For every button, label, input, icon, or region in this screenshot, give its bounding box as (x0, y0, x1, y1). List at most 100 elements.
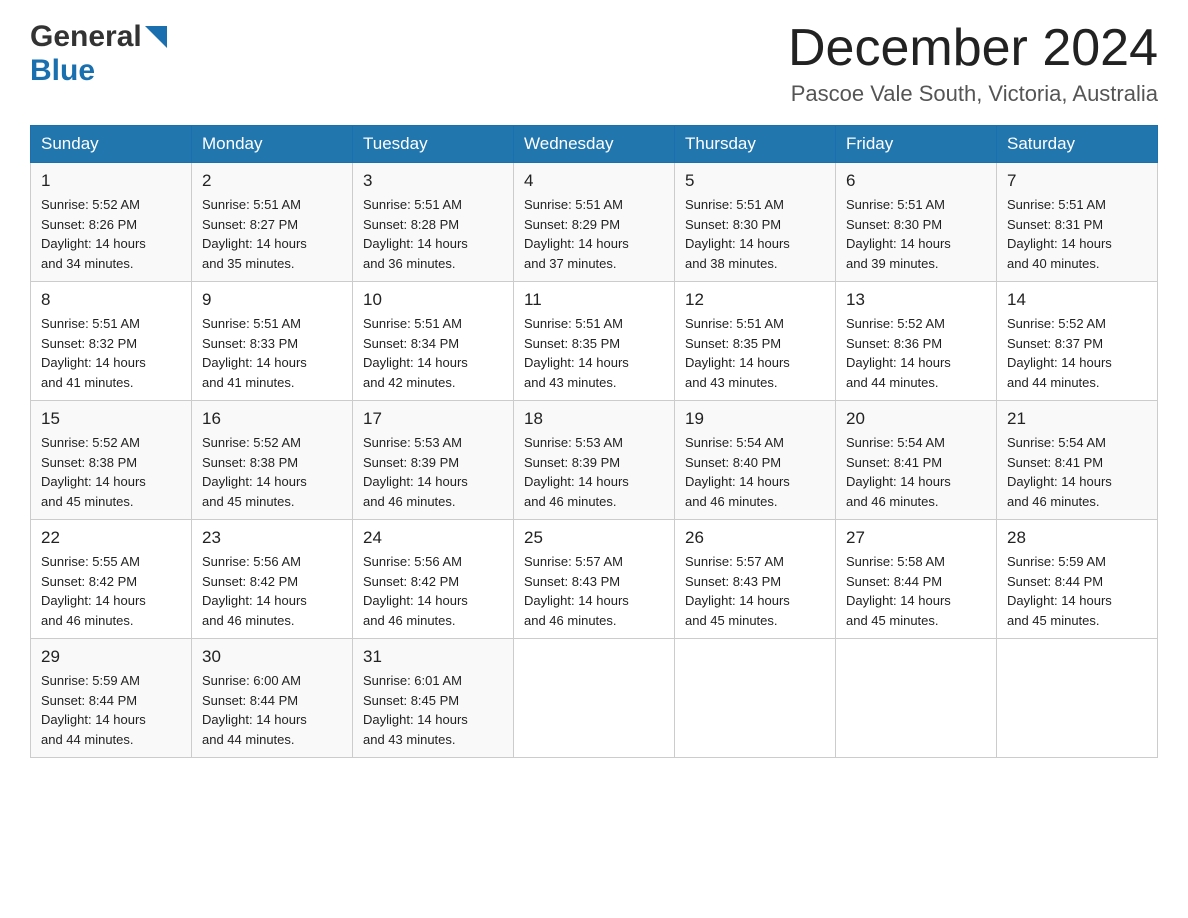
calendar-week-1: 1 Sunrise: 5:52 AMSunset: 8:26 PMDayligh… (31, 163, 1158, 282)
calendar-cell: 19 Sunrise: 5:54 AMSunset: 8:40 PMDaylig… (675, 401, 836, 520)
day-info: Sunrise: 5:51 AMSunset: 8:35 PMDaylight:… (524, 314, 664, 392)
day-number: 9 (202, 290, 342, 310)
calendar-cell: 31 Sunrise: 6:01 AMSunset: 8:45 PMDaylig… (353, 639, 514, 758)
calendar-cell: 2 Sunrise: 5:51 AMSunset: 8:27 PMDayligh… (192, 163, 353, 282)
day-number: 30 (202, 647, 342, 667)
day-number: 11 (524, 290, 664, 310)
logo-triangle-icon (145, 26, 167, 48)
calendar-cell: 23 Sunrise: 5:56 AMSunset: 8:42 PMDaylig… (192, 520, 353, 639)
logo: General Blue (30, 20, 167, 88)
weekday-header-saturday: Saturday (997, 126, 1158, 163)
day-number: 20 (846, 409, 986, 429)
calendar-cell: 20 Sunrise: 5:54 AMSunset: 8:41 PMDaylig… (836, 401, 997, 520)
day-number: 12 (685, 290, 825, 310)
calendar-cell: 10 Sunrise: 5:51 AMSunset: 8:34 PMDaylig… (353, 282, 514, 401)
day-info: Sunrise: 5:51 AMSunset: 8:34 PMDaylight:… (363, 314, 503, 392)
day-info: Sunrise: 5:53 AMSunset: 8:39 PMDaylight:… (524, 433, 664, 511)
day-number: 6 (846, 171, 986, 191)
calendar-cell (836, 639, 997, 758)
day-number: 21 (1007, 409, 1147, 429)
month-title: December 2024 (788, 20, 1158, 77)
day-info: Sunrise: 5:51 AMSunset: 8:31 PMDaylight:… (1007, 195, 1147, 273)
day-info: Sunrise: 5:51 AMSunset: 8:30 PMDaylight:… (846, 195, 986, 273)
calendar-cell: 7 Sunrise: 5:51 AMSunset: 8:31 PMDayligh… (997, 163, 1158, 282)
day-info: Sunrise: 5:56 AMSunset: 8:42 PMDaylight:… (202, 552, 342, 630)
day-info: Sunrise: 5:51 AMSunset: 8:29 PMDaylight:… (524, 195, 664, 273)
day-number: 17 (363, 409, 503, 429)
day-info: Sunrise: 5:52 AMSunset: 8:26 PMDaylight:… (41, 195, 181, 273)
day-number: 3 (363, 171, 503, 191)
location-subtitle: Pascoe Vale South, Victoria, Australia (788, 81, 1158, 107)
calendar-cell: 14 Sunrise: 5:52 AMSunset: 8:37 PMDaylig… (997, 282, 1158, 401)
day-number: 8 (41, 290, 181, 310)
calendar-cell: 22 Sunrise: 5:55 AMSunset: 8:42 PMDaylig… (31, 520, 192, 639)
day-number: 4 (524, 171, 664, 191)
day-info: Sunrise: 5:51 AMSunset: 8:33 PMDaylight:… (202, 314, 342, 392)
day-info: Sunrise: 5:55 AMSunset: 8:42 PMDaylight:… (41, 552, 181, 630)
calendar-cell: 26 Sunrise: 5:57 AMSunset: 8:43 PMDaylig… (675, 520, 836, 639)
calendar-week-4: 22 Sunrise: 5:55 AMSunset: 8:42 PMDaylig… (31, 520, 1158, 639)
day-info: Sunrise: 5:54 AMSunset: 8:41 PMDaylight:… (1007, 433, 1147, 511)
calendar-cell: 12 Sunrise: 5:51 AMSunset: 8:35 PMDaylig… (675, 282, 836, 401)
day-info: Sunrise: 5:52 AMSunset: 8:38 PMDaylight:… (202, 433, 342, 511)
day-info: Sunrise: 6:01 AMSunset: 8:45 PMDaylight:… (363, 671, 503, 749)
calendar-cell: 8 Sunrise: 5:51 AMSunset: 8:32 PMDayligh… (31, 282, 192, 401)
calendar-cell: 30 Sunrise: 6:00 AMSunset: 8:44 PMDaylig… (192, 639, 353, 758)
day-info: Sunrise: 5:51 AMSunset: 8:35 PMDaylight:… (685, 314, 825, 392)
calendar-cell: 11 Sunrise: 5:51 AMSunset: 8:35 PMDaylig… (514, 282, 675, 401)
day-info: Sunrise: 5:57 AMSunset: 8:43 PMDaylight:… (685, 552, 825, 630)
calendar-cell (997, 639, 1158, 758)
weekday-header-monday: Monday (192, 126, 353, 163)
day-info: Sunrise: 5:51 AMSunset: 8:27 PMDaylight:… (202, 195, 342, 273)
day-number: 28 (1007, 528, 1147, 548)
day-number: 7 (1007, 171, 1147, 191)
day-number: 5 (685, 171, 825, 191)
calendar-cell: 9 Sunrise: 5:51 AMSunset: 8:33 PMDayligh… (192, 282, 353, 401)
day-info: Sunrise: 5:51 AMSunset: 8:32 PMDaylight:… (41, 314, 181, 392)
day-number: 1 (41, 171, 181, 191)
day-info: Sunrise: 6:00 AMSunset: 8:44 PMDaylight:… (202, 671, 342, 749)
day-info: Sunrise: 5:54 AMSunset: 8:41 PMDaylight:… (846, 433, 986, 511)
day-number: 10 (363, 290, 503, 310)
day-info: Sunrise: 5:53 AMSunset: 8:39 PMDaylight:… (363, 433, 503, 511)
day-info: Sunrise: 5:59 AMSunset: 8:44 PMDaylight:… (41, 671, 181, 749)
day-number: 27 (846, 528, 986, 548)
day-number: 31 (363, 647, 503, 667)
calendar-week-3: 15 Sunrise: 5:52 AMSunset: 8:38 PMDaylig… (31, 401, 1158, 520)
calendar-cell: 27 Sunrise: 5:58 AMSunset: 8:44 PMDaylig… (836, 520, 997, 639)
day-number: 18 (524, 409, 664, 429)
day-number: 26 (685, 528, 825, 548)
day-number: 22 (41, 528, 181, 548)
calendar-cell: 5 Sunrise: 5:51 AMSunset: 8:30 PMDayligh… (675, 163, 836, 282)
calendar-cell (514, 639, 675, 758)
calendar-cell: 16 Sunrise: 5:52 AMSunset: 8:38 PMDaylig… (192, 401, 353, 520)
calendar-cell: 24 Sunrise: 5:56 AMSunset: 8:42 PMDaylig… (353, 520, 514, 639)
calendar-cell: 18 Sunrise: 5:53 AMSunset: 8:39 PMDaylig… (514, 401, 675, 520)
day-info: Sunrise: 5:51 AMSunset: 8:30 PMDaylight:… (685, 195, 825, 273)
calendar-cell (675, 639, 836, 758)
weekday-header-friday: Friday (836, 126, 997, 163)
day-info: Sunrise: 5:52 AMSunset: 8:36 PMDaylight:… (846, 314, 986, 392)
calendar-cell: 13 Sunrise: 5:52 AMSunset: 8:36 PMDaylig… (836, 282, 997, 401)
weekday-header-row: SundayMondayTuesdayWednesdayThursdayFrid… (31, 126, 1158, 163)
logo-blue-text: Blue (30, 54, 95, 87)
day-number: 13 (846, 290, 986, 310)
weekday-header-thursday: Thursday (675, 126, 836, 163)
day-info: Sunrise: 5:51 AMSunset: 8:28 PMDaylight:… (363, 195, 503, 273)
day-number: 14 (1007, 290, 1147, 310)
weekday-header-tuesday: Tuesday (353, 126, 514, 163)
day-info: Sunrise: 5:54 AMSunset: 8:40 PMDaylight:… (685, 433, 825, 511)
day-info: Sunrise: 5:52 AMSunset: 8:37 PMDaylight:… (1007, 314, 1147, 392)
day-info: Sunrise: 5:56 AMSunset: 8:42 PMDaylight:… (363, 552, 503, 630)
page-header: General Blue December 2024 Pascoe Vale S… (30, 20, 1158, 107)
day-info: Sunrise: 5:58 AMSunset: 8:44 PMDaylight:… (846, 552, 986, 630)
calendar-week-2: 8 Sunrise: 5:51 AMSunset: 8:32 PMDayligh… (31, 282, 1158, 401)
day-number: 15 (41, 409, 181, 429)
calendar-cell: 4 Sunrise: 5:51 AMSunset: 8:29 PMDayligh… (514, 163, 675, 282)
title-block: December 2024 Pascoe Vale South, Victori… (788, 20, 1158, 107)
calendar-cell: 25 Sunrise: 5:57 AMSunset: 8:43 PMDaylig… (514, 520, 675, 639)
day-info: Sunrise: 5:59 AMSunset: 8:44 PMDaylight:… (1007, 552, 1147, 630)
logo-general-text: General (30, 20, 142, 54)
day-number: 24 (363, 528, 503, 548)
weekday-header-sunday: Sunday (31, 126, 192, 163)
